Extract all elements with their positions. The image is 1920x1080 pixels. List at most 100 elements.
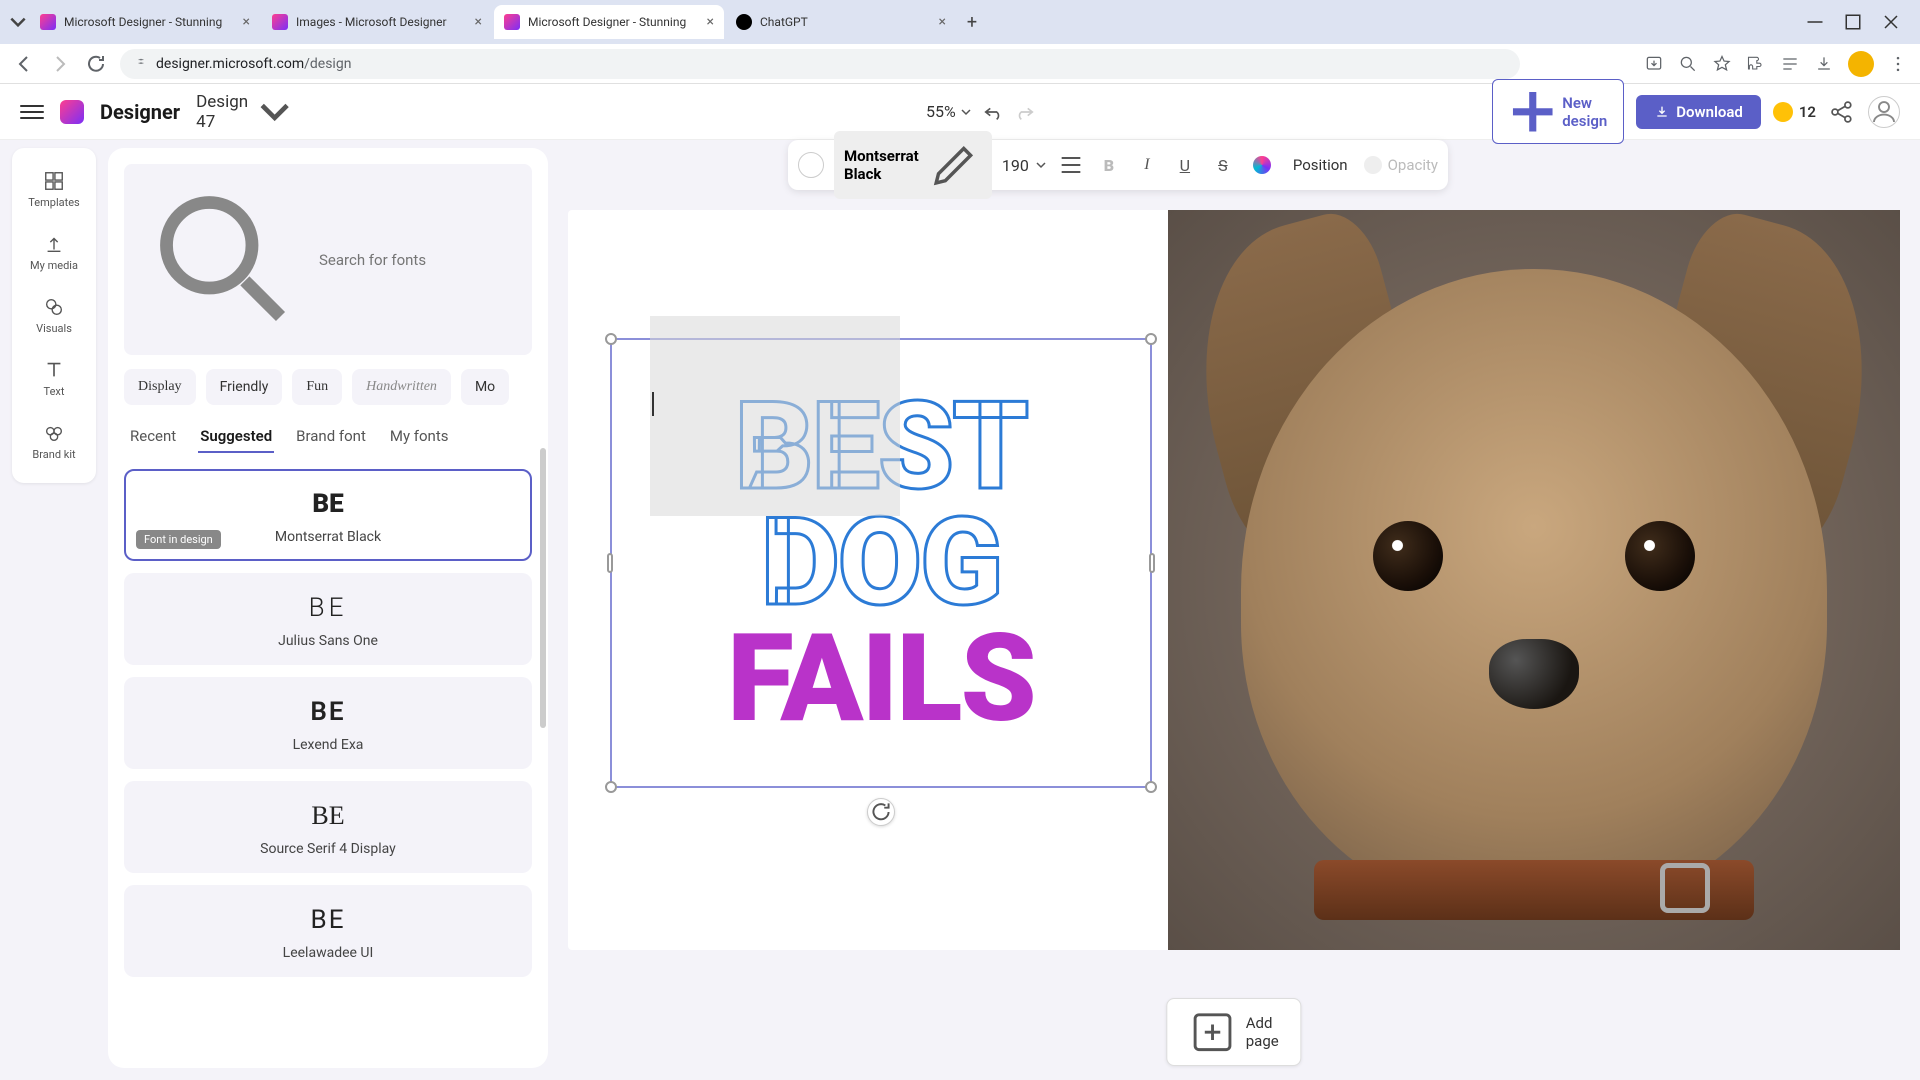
design-name-dropdown[interactable]: Design 47 bbox=[196, 92, 293, 132]
reload-button[interactable] bbox=[84, 52, 108, 76]
font-card-julius[interactable]: BE Julius Sans One bbox=[124, 573, 532, 665]
chatgpt-favicon bbox=[736, 14, 752, 30]
rail-visuals[interactable]: Visuals bbox=[20, 286, 88, 345]
rail-brand-kit[interactable]: Brand kit bbox=[20, 412, 88, 471]
undo-button[interactable] bbox=[982, 101, 1004, 123]
browser-tab[interactable]: ChatGPT × bbox=[726, 5, 956, 39]
font-sample: BE bbox=[312, 489, 343, 519]
rail-templates[interactable]: Templates bbox=[20, 160, 88, 219]
effects-button[interactable] bbox=[1247, 156, 1277, 174]
font-name-label: Leelawadee UI bbox=[283, 945, 374, 961]
category-display[interactable]: Display bbox=[124, 369, 196, 405]
canvas-text-line[interactable]: FAILS bbox=[727, 621, 1035, 737]
bookmark-icon[interactable] bbox=[1712, 54, 1732, 74]
strikethrough-button[interactable]: S bbox=[1209, 151, 1237, 179]
font-card-source-serif[interactable]: BE Source Serif 4 Display bbox=[124, 781, 532, 873]
browser-tab[interactable]: Microsoft Designer - Stunning × bbox=[30, 5, 260, 39]
reading-list-icon[interactable] bbox=[1780, 54, 1800, 74]
close-tab-icon[interactable]: × bbox=[475, 14, 482, 30]
zoom-icon[interactable] bbox=[1678, 54, 1698, 74]
canvas-text-line[interactable]: DOG bbox=[761, 505, 1001, 621]
resize-handle-mr[interactable] bbox=[1149, 553, 1155, 573]
tab-brand-font[interactable]: Brand font bbox=[294, 421, 368, 453]
tab-recent[interactable]: Recent bbox=[128, 421, 178, 453]
browser-tab[interactable]: Images - Microsoft Designer × bbox=[262, 5, 492, 39]
font-family-dropdown[interactable]: Montserrat Black bbox=[834, 131, 992, 198]
back-button[interactable] bbox=[12, 52, 36, 76]
share-icon[interactable] bbox=[1828, 98, 1856, 126]
text-caret bbox=[652, 392, 654, 416]
new-design-button[interactable]: New design bbox=[1492, 79, 1625, 145]
credits-counter[interactable]: 12 bbox=[1773, 102, 1816, 122]
downloads-icon[interactable] bbox=[1814, 54, 1834, 74]
tab-my-fonts[interactable]: My fonts bbox=[388, 421, 451, 453]
canvas-area: Montserrat Black 190 B I U S Position Op… bbox=[548, 140, 1920, 1080]
upload-icon bbox=[43, 233, 65, 255]
font-sample: BE bbox=[310, 697, 345, 727]
new-tab-button[interactable]: + bbox=[958, 8, 986, 36]
category-friendly[interactable]: Friendly bbox=[206, 369, 283, 405]
minimize-icon[interactable] bbox=[1806, 13, 1824, 31]
resize-handle-tl[interactable] bbox=[605, 333, 617, 345]
download-button[interactable]: Download bbox=[1636, 95, 1761, 129]
scrollbar-thumb[interactable] bbox=[540, 448, 546, 728]
rail-text[interactable]: Text bbox=[20, 349, 88, 408]
position-button[interactable]: Position bbox=[1287, 156, 1354, 174]
url-field[interactable]: designer.microsoft.com/design bbox=[120, 49, 1520, 79]
selected-text-frame[interactable]: BEST DOG FAILS bbox=[610, 338, 1152, 788]
bold-button[interactable]: B bbox=[1095, 151, 1123, 179]
font-search[interactable] bbox=[124, 164, 532, 355]
maximize-icon[interactable] bbox=[1844, 13, 1862, 31]
font-size-dropdown[interactable]: 190 bbox=[1002, 156, 1047, 175]
design-canvas[interactable]: BEST DOG FAILS bbox=[568, 210, 1900, 950]
text-context-toolbar: Montserrat Black 190 B I U S Position Op… bbox=[788, 140, 1448, 190]
resize-handle-bl[interactable] bbox=[605, 781, 617, 793]
font-card-leelawadee[interactable]: BE Leelawadee UI bbox=[124, 885, 532, 977]
tab-search-dropdown[interactable] bbox=[8, 12, 28, 32]
profile-avatar[interactable] bbox=[1848, 51, 1874, 77]
add-page-button[interactable]: Add page bbox=[1166, 998, 1301, 1066]
close-tab-icon[interactable]: × bbox=[243, 14, 250, 30]
menu-button[interactable] bbox=[20, 105, 44, 119]
font-sample: BE bbox=[309, 593, 348, 623]
close-window-icon[interactable] bbox=[1882, 13, 1900, 31]
kebab-menu-icon[interactable] bbox=[1888, 54, 1908, 74]
font-search-input[interactable] bbox=[319, 251, 518, 269]
font-category-row: Display Friendly Fun Handwritten Mo bbox=[124, 369, 532, 405]
font-card-montserrat-black[interactable]: BE Montserrat Black Font in design bbox=[124, 469, 532, 561]
install-app-icon[interactable] bbox=[1644, 54, 1664, 74]
category-handwritten[interactable]: Handwritten bbox=[352, 369, 451, 405]
resize-handle-tr[interactable] bbox=[1145, 333, 1157, 345]
category-more[interactable]: Mo bbox=[461, 369, 509, 405]
window-controls bbox=[1806, 13, 1912, 31]
font-card-lexend[interactable]: BE Lexend Exa bbox=[124, 677, 532, 769]
zoom-dropdown[interactable]: 55% bbox=[926, 102, 972, 121]
rotate-icon bbox=[868, 799, 894, 825]
tab-title: Images - Microsoft Designer bbox=[296, 15, 447, 29]
effects-icon bbox=[1253, 156, 1271, 174]
close-tab-icon[interactable]: × bbox=[939, 14, 946, 30]
resize-handle-br[interactable] bbox=[1145, 781, 1157, 793]
font-name-label: Montserrat Black bbox=[275, 529, 381, 545]
rail-my-media[interactable]: My media bbox=[20, 223, 88, 282]
user-menu[interactable] bbox=[1868, 96, 1900, 128]
opacity-control[interactable]: Opacity bbox=[1364, 156, 1438, 174]
extensions-icon[interactable] bbox=[1746, 54, 1766, 74]
resize-handle-ml[interactable] bbox=[607, 553, 613, 573]
canvas-dog-image[interactable] bbox=[1168, 210, 1900, 950]
close-tab-icon[interactable]: × bbox=[707, 14, 714, 30]
redo-button[interactable] bbox=[1014, 101, 1036, 123]
forward-button[interactable] bbox=[48, 52, 72, 76]
category-fun[interactable]: Fun bbox=[292, 369, 342, 405]
site-info-icon[interactable] bbox=[134, 55, 148, 73]
text-color-swatch[interactable] bbox=[798, 152, 824, 178]
chevron-down-icon bbox=[960, 106, 972, 118]
visuals-icon bbox=[43, 296, 65, 318]
italic-button[interactable]: I bbox=[1133, 151, 1161, 179]
browser-tab-active[interactable]: Microsoft Designer - Stunning × bbox=[494, 5, 724, 39]
tab-suggested[interactable]: Suggested bbox=[198, 421, 274, 453]
chevron-down-icon bbox=[1035, 159, 1047, 171]
underline-button[interactable]: U bbox=[1171, 151, 1199, 179]
rotate-handle[interactable] bbox=[867, 798, 895, 826]
align-button[interactable] bbox=[1057, 151, 1085, 179]
